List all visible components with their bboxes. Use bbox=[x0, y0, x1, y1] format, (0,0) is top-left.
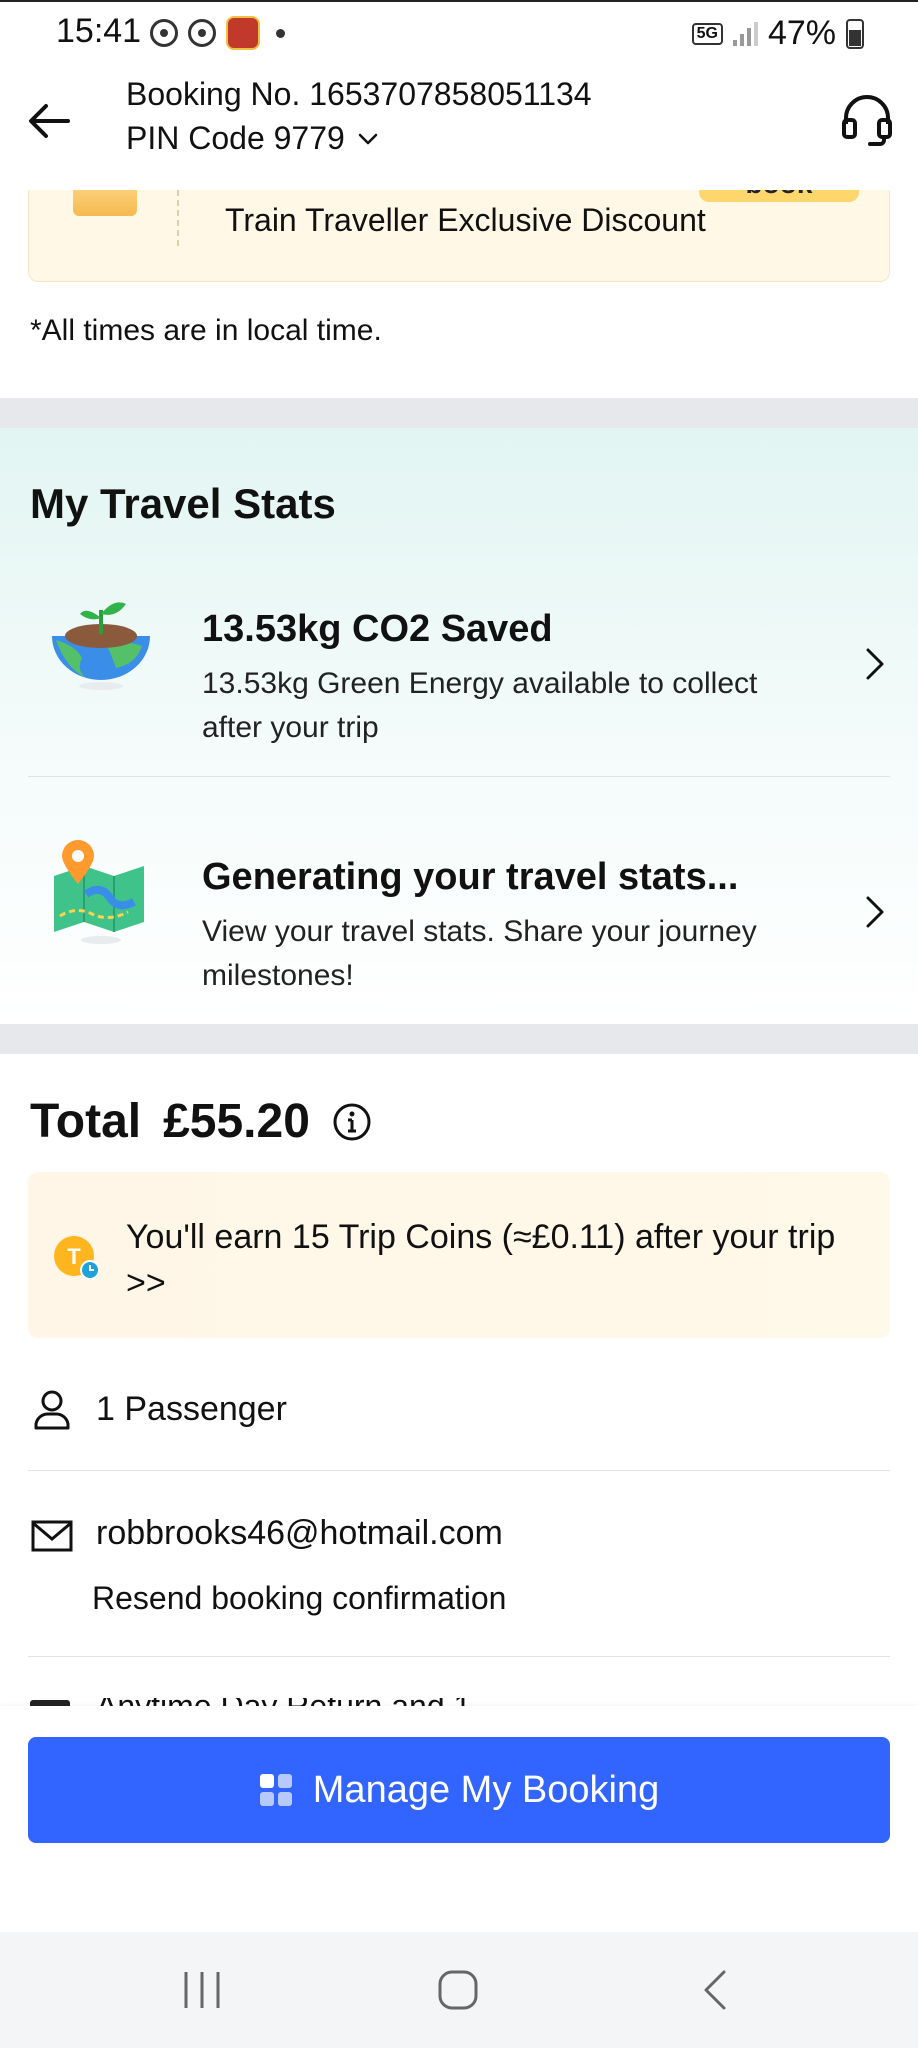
manage-my-booking-button[interactable]: Manage My Booking bbox=[28, 1737, 890, 1843]
grid-apps-icon bbox=[259, 1774, 292, 1806]
back-arrow-icon[interactable] bbox=[24, 96, 74, 146]
chevron-down-icon bbox=[358, 133, 378, 144]
section-separator bbox=[0, 398, 918, 428]
total-label: Total bbox=[30, 1095, 142, 1148]
co2-saved-row[interactable]: 13.53kg CO2 Saved 13.53kg Green Energy a… bbox=[0, 578, 918, 768]
pin-code-toggle[interactable]: PIN Code 9779 bbox=[126, 120, 379, 157]
pin-code: PIN Code 9779 bbox=[126, 120, 345, 156]
app-header: Booking No. 1653707858051134 PIN Code 97… bbox=[0, 60, 918, 190]
trip-coin-icon: T bbox=[54, 1236, 100, 1280]
promo-text: Train Traveller Exclusive Discount bbox=[225, 202, 706, 238]
email-address: robbrooks46@hotmail.com bbox=[96, 1514, 503, 1552]
home-icon[interactable] bbox=[428, 1964, 488, 2016]
system-navigation-bar bbox=[0, 1932, 918, 2048]
travel-stats-row-title: Generating your travel stats... bbox=[202, 856, 739, 898]
svg-text:T: T bbox=[67, 1244, 81, 1269]
status-notification-icons bbox=[150, 16, 285, 50]
chevron-right-icon bbox=[866, 896, 884, 928]
chrome-icon-2 bbox=[188, 19, 216, 47]
section-separator bbox=[0, 1024, 918, 1054]
trip-coins-card[interactable]: T You'll earn 15 Trip Coins (≈£0.11) aft… bbox=[28, 1172, 890, 1338]
travel-stats-row[interactable]: Generating your travel stats... View you… bbox=[0, 826, 918, 1016]
travel-stats-title: My Travel Stats bbox=[30, 480, 336, 527]
total-amount: £55.20 bbox=[163, 1095, 310, 1148]
back-icon[interactable] bbox=[686, 1964, 746, 2016]
battery-icon bbox=[846, 18, 864, 49]
total-price: Total £55.20 bbox=[30, 1094, 372, 1149]
resend-confirmation-link[interactable]: Resend booking confirmation bbox=[92, 1580, 506, 1617]
person-icon bbox=[34, 1390, 70, 1430]
info-icon[interactable] bbox=[332, 1102, 372, 1142]
co2-saved-title: 13.53kg CO2 Saved bbox=[202, 608, 553, 650]
trip-coins-text: You'll earn 15 Trip Coins (≈£0.11) after… bbox=[126, 1218, 836, 1302]
map-pin-icon bbox=[54, 840, 144, 944]
customer-support-headset-icon[interactable] bbox=[840, 92, 894, 148]
passenger-count: 1 Passenger bbox=[96, 1390, 287, 1428]
battery-percentage: 47% bbox=[767, 14, 836, 52]
local-time-note: *All times are in local time. bbox=[30, 314, 382, 347]
travel-stats-section: My Travel Stats 13.53kg CO2 Saved 13.53k… bbox=[0, 428, 918, 1022]
chevron-right-icon bbox=[866, 648, 884, 680]
network-type-icon: 5G bbox=[691, 22, 723, 45]
chrome-icon bbox=[150, 19, 178, 47]
status-bar: 15:41 5G 47% bbox=[0, 0, 918, 60]
co2-saved-desc: 13.53kg Green Energy available to collec… bbox=[202, 667, 758, 744]
status-time: 15:41 bbox=[56, 12, 142, 50]
recent-apps-icon[interactable] bbox=[172, 1964, 232, 2016]
row-divider bbox=[28, 1470, 890, 1471]
manage-my-booking-label: Manage My Booking bbox=[312, 1768, 660, 1811]
signal-icon bbox=[732, 21, 758, 46]
row-divider bbox=[28, 1656, 890, 1657]
earth-plant-icon bbox=[52, 602, 150, 690]
travel-stats-row-desc: View your travel stats. Share your journ… bbox=[202, 915, 757, 992]
game-app-icon bbox=[226, 16, 260, 50]
more-notifications-dot-icon bbox=[276, 28, 285, 38]
mail-icon bbox=[31, 1520, 73, 1552]
stat-divider bbox=[28, 776, 890, 777]
booking-number: Booking No. 1653707858051134 bbox=[126, 76, 592, 112]
status-right-icons: 5G 47% bbox=[691, 14, 864, 53]
